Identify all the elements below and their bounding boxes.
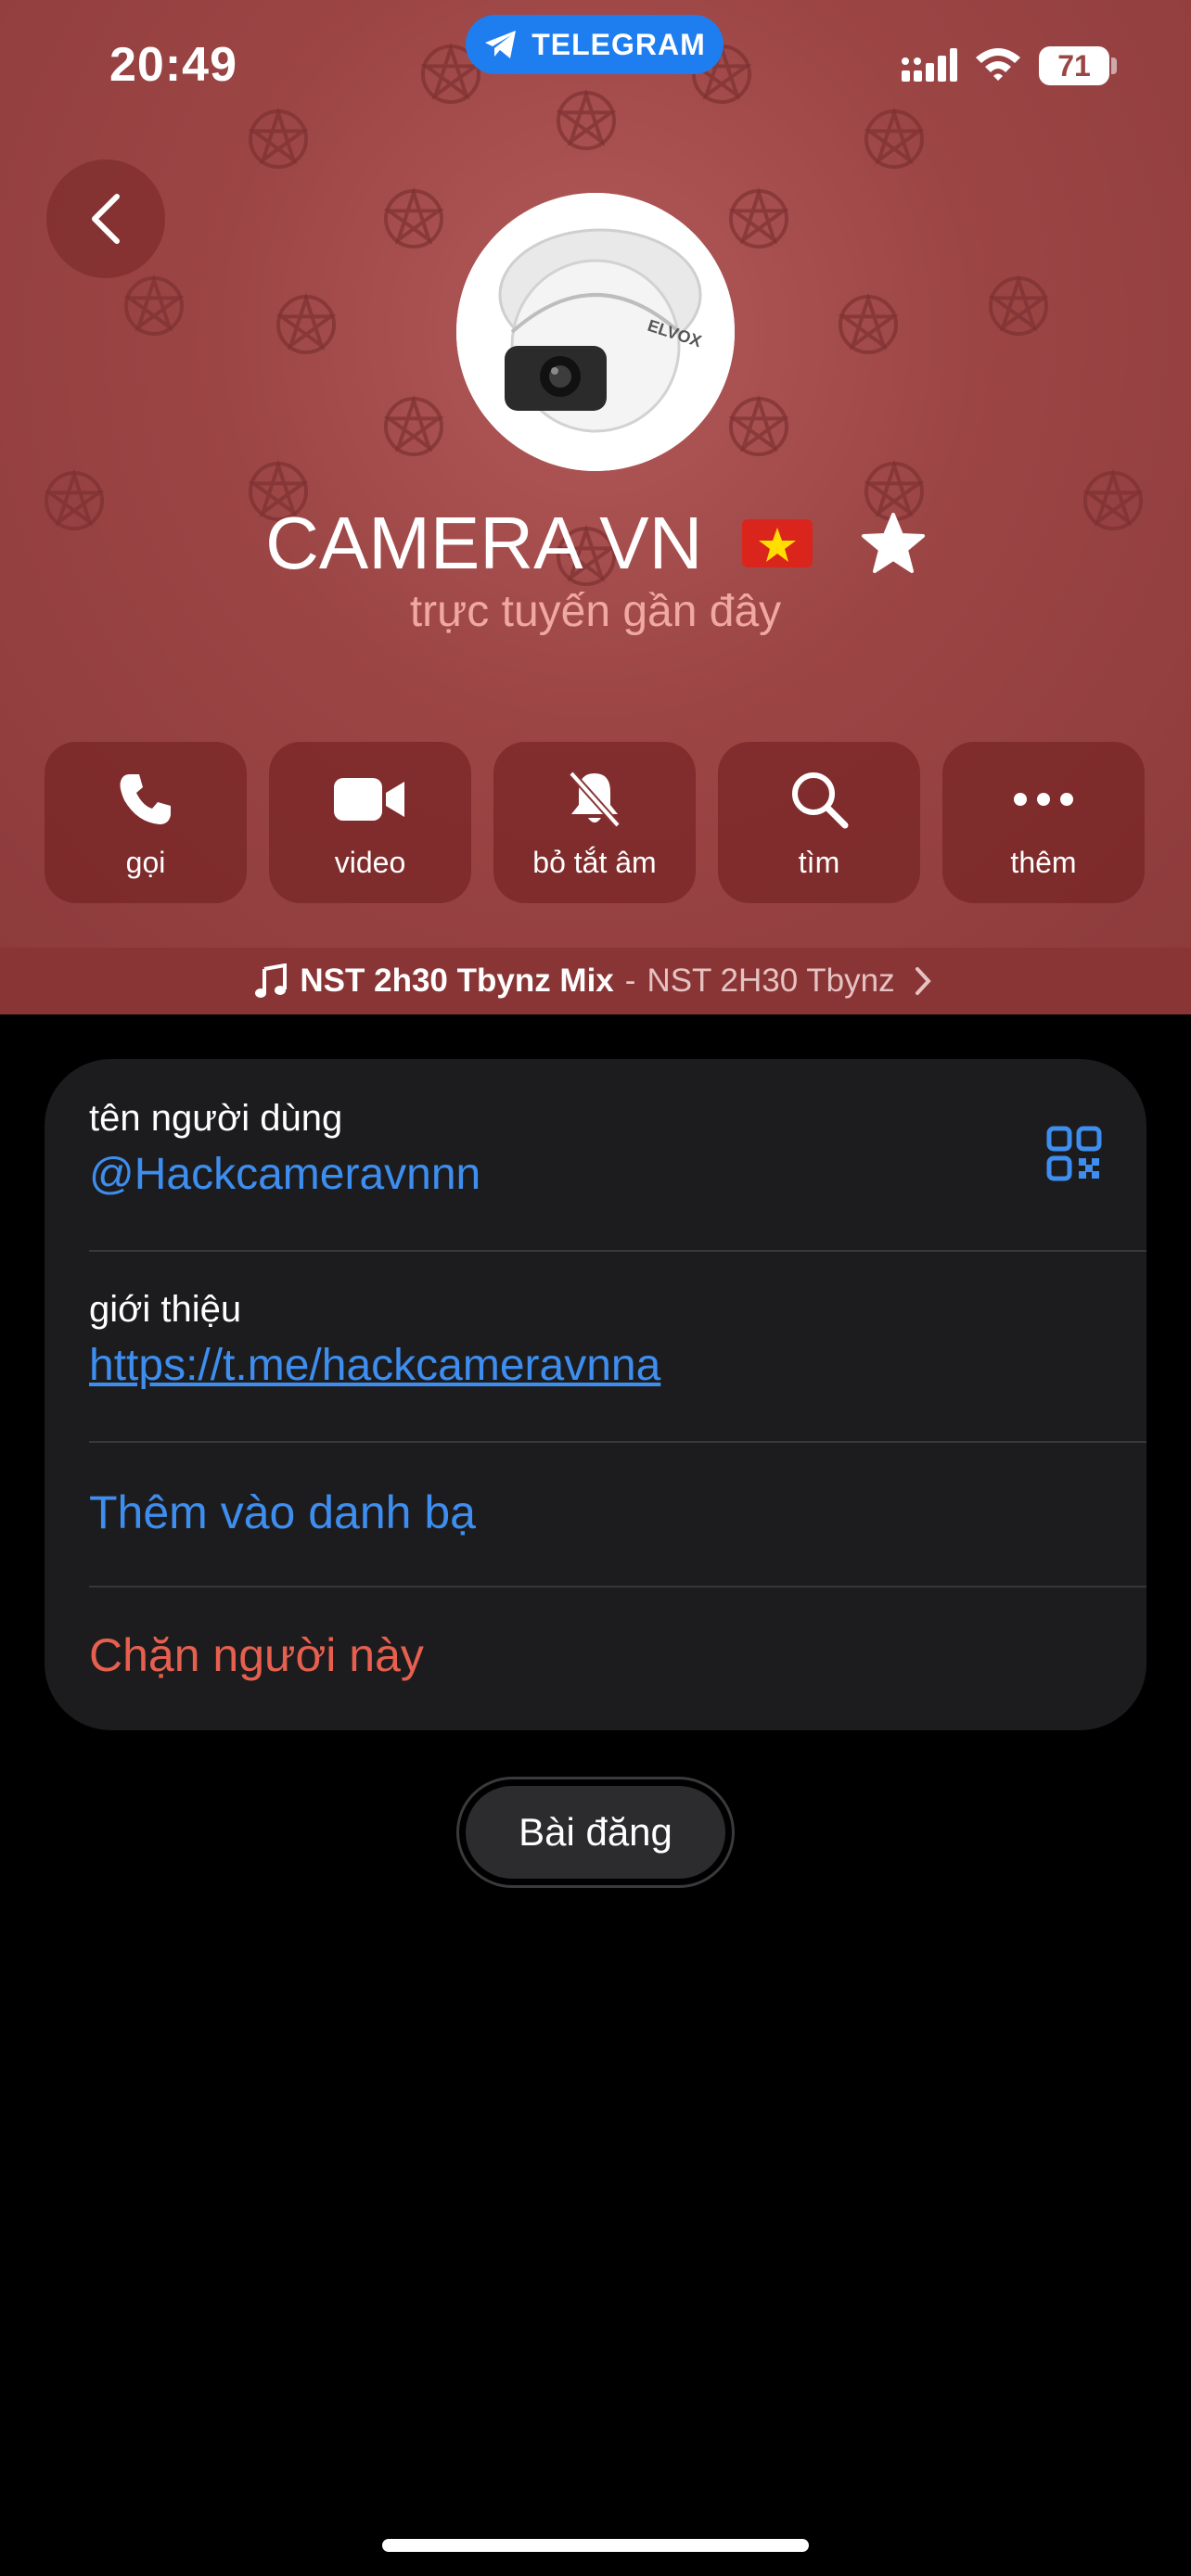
divider: [89, 1441, 1146, 1443]
block-user-button[interactable]: Chặn người này: [89, 1628, 1102, 1682]
divider: [89, 1586, 1146, 1588]
profile-header: 20:49 TELEGRAM 71 ELVOX CAMERA VN trực t…: [0, 0, 1191, 948]
telegram-label: TELEGRAM: [531, 27, 706, 61]
music-separator: -: [624, 963, 636, 999]
profile-name: CAMERA VN: [265, 501, 703, 584]
search-icon: [792, 772, 849, 829]
chevron-right-icon: [915, 967, 931, 995]
phone-icon: [120, 774, 171, 824]
avatar[interactable]: ELVOX: [456, 193, 735, 471]
username-value[interactable]: @Hackcameravnnn: [89, 1149, 1102, 1200]
search-button[interactable]: tìm: [718, 742, 920, 903]
more-icon: [1014, 793, 1073, 806]
music-track: NST 2h30 Tbynz Mix: [300, 963, 614, 999]
bio-row: giới thiệu https://t.me/hackcameravnna: [89, 1289, 1102, 1391]
telegram-pill[interactable]: TELEGRAM: [466, 15, 724, 74]
video-icon: [334, 778, 404, 821]
wifi-icon: [976, 48, 1020, 81]
bell-slash-icon: [569, 771, 621, 828]
search-label: tìm: [798, 846, 840, 879]
bio-label: giới thiệu: [89, 1289, 242, 1330]
telegram-icon: [485, 31, 517, 58]
info-card: tên người dùng @Hackcameravnnn giới thiệ…: [45, 1059, 1146, 1730]
back-button[interactable]: [46, 159, 165, 278]
more-button[interactable]: thêm: [942, 742, 1145, 903]
status-bar: 20:49 TELEGRAM 71: [0, 0, 1191, 130]
battery-indicator: 71: [1039, 46, 1109, 85]
username-label: tên người dùng: [89, 1098, 343, 1139]
music-artist: NST 2H30 Tbynz: [647, 963, 895, 999]
unmute-label: bỏ tắt âm: [532, 846, 657, 879]
unmute-button[interactable]: bỏ tắt âm: [493, 742, 696, 903]
add-contact-button[interactable]: Thêm vào danh bạ: [89, 1486, 1102, 1539]
profile-name-row: CAMERA VN: [0, 491, 1191, 590]
home-indicator[interactable]: [382, 2539, 809, 2552]
block-user-row[interactable]: Chặn người này: [89, 1628, 1102, 1682]
bio-link[interactable]: https://t.me/hackcameravnna: [89, 1340, 1102, 1391]
call-label: gọi: [125, 846, 166, 879]
chevron-left-icon: [92, 194, 120, 244]
signal-icon: [902, 48, 957, 82]
music-bar[interactable]: NST 2h30 Tbynz Mix - NST 2H30 Tbynz: [0, 948, 1191, 1014]
divider: [89, 1250, 1146, 1252]
battery-tip: [1111, 57, 1117, 74]
vietnam-flag-icon: [741, 518, 813, 567]
video-button[interactable]: video: [269, 742, 471, 903]
clock: 20:49: [109, 38, 237, 92]
dome-camera-image: ELVOX: [456, 193, 735, 471]
add-contact-row[interactable]: Thêm vào danh bạ: [89, 1486, 1102, 1539]
music-note-icon: [255, 963, 288, 998]
video-label: video: [334, 846, 406, 879]
star-icon[interactable]: [861, 512, 926, 575]
online-status: trực tuyến gần đây: [409, 587, 782, 636]
username-row[interactable]: tên người dùng @Hackcameravnnn: [89, 1098, 1102, 1200]
posts-tab[interactable]: Bài đăng: [456, 1777, 735, 1888]
posts-label: Bài đăng: [466, 1786, 725, 1879]
more-label: thêm: [1010, 846, 1077, 879]
action-buttons: gọi video bỏ tắt âm tìm thêm: [45, 742, 1146, 903]
call-button[interactable]: gọi: [45, 742, 247, 903]
qr-code-icon[interactable]: [1046, 1126, 1102, 1181]
